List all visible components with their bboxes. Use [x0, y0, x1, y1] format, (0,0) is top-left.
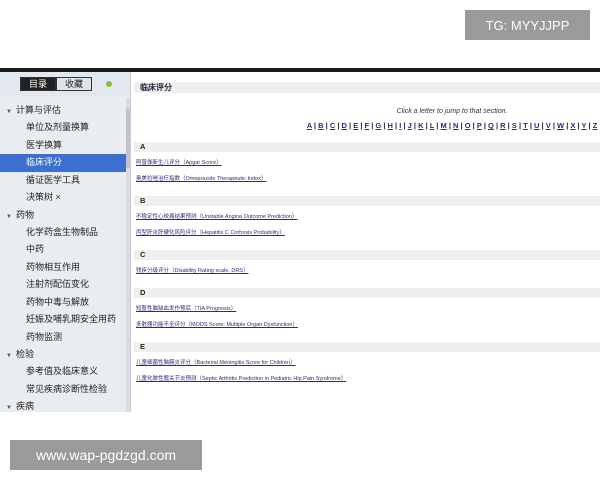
tab-catalog[interactable]: 目录: [20, 77, 57, 91]
section-header: A: [134, 142, 600, 152]
score-link[interactable]: 奥美拉唑治疗指数（Omeprazole Therapeutic Index）: [134, 175, 600, 184]
sections: A 阿普伽新生儿评分（Apgar Score） 奥美拉唑治疗指数（Omeprazol…: [134, 142, 600, 384]
score-link[interactable]: 多脏器功能不全评分（MODS Score: Multiple Organ Dys…: [134, 321, 600, 330]
score-link[interactable]: 儿童细菌性脑膜炎评分（Bacterial Meningitis Score fo…: [134, 359, 600, 368]
scrollbar-thumb[interactable]: [126, 108, 130, 168]
main-content: 临床评分 Click a letter to jump to that sect…: [131, 72, 600, 412]
sidebar-item[interactable]: 药物相互作用: [0, 259, 126, 277]
caret-down-icon: ▼: [6, 353, 12, 359]
score-link[interactable]: 短暂性脑缺血发作预后（TIA Prognosis）: [134, 305, 600, 314]
sidebar-item[interactable]: 常见疾病诊断性检验: [0, 381, 126, 399]
section-header: C: [134, 250, 600, 260]
section-header: D: [134, 288, 600, 298]
letter-index: A | B | C | D | E | F | G | H | I | J | …: [134, 121, 600, 130]
letter-link[interactable]: Z: [593, 121, 598, 130]
sidebar-group-label: 计算与评估: [15, 105, 61, 115]
section-header: E: [134, 342, 600, 352]
sidebar-group-label: 检验: [15, 349, 34, 359]
sidebar-group-label: 疾病: [15, 401, 34, 411]
sidebar-item[interactable]: 决策树 ×: [0, 189, 126, 207]
jump-hint: Click a letter to jump to that section.: [396, 108, 508, 115]
score-link[interactable]: 儿童化脓性髋关节炎预测（Septic Arthritis Prediction …: [134, 375, 600, 384]
sidebar-group-label: 药物: [15, 209, 34, 220]
tab-favorites[interactable]: 收藏: [56, 77, 93, 91]
sidebar-item[interactable]: 药物中毒与解放: [0, 294, 126, 312]
sidebar-group[interactable]: ▼ 疾病: [0, 398, 126, 412]
caret-down-icon: ▼: [6, 109, 12, 115]
sidebar: 目录 收藏 ▼ 计算与评估 单位及剂量换算 医学换算 临床评分 循证医学工具 决策树 × ▼ 药…: [0, 72, 131, 412]
score-link[interactable]: 阿普伽新生儿评分（Apgar Score）: [134, 159, 600, 168]
sidebar-item[interactable]: 医学换算: [0, 137, 126, 155]
score-link[interactable]: 不稳定性心绞痛结果预测（Unstable Angina Outcome Pred…: [134, 213, 600, 222]
sidebar-group[interactable]: ▼ 检验: [0, 346, 126, 363]
watermark-top: TG: MYYJJPP: [465, 10, 590, 40]
score-link[interactable]: 丙型肝炎肝硬化风险评分（Hepatitis C Cirrhosis Probab…: [134, 229, 600, 238]
sidebar-item[interactable]: 单位及剂量换算: [0, 119, 126, 137]
sidebar-scrollbar[interactable]: [126, 98, 130, 412]
caret-down-icon: ▼: [6, 213, 12, 220]
sidebar-item[interactable]: 临床评分: [0, 154, 126, 172]
sidebar-item[interactable]: 中药: [0, 241, 126, 259]
sidebar-tree: ▼ 计算与评估 单位及剂量换算 医学换算 临床评分 循证医学工具 决策树 × ▼ 药物 化学药盒生…: [0, 102, 126, 412]
status-icon: [106, 81, 113, 87]
app-window: 目录 收藏 ▼ 计算与评估 单位及剂量换算 医学换算 临床评分 循证医学工具 决策树 × ▼ 药…: [0, 72, 600, 412]
sidebar-item[interactable]: 参考值及临床意义: [0, 363, 126, 381]
sidebar-group[interactable]: ▼ 计算与评估: [0, 102, 126, 119]
sidebar-item[interactable]: 妊娠及哺乳期安全用药: [0, 311, 126, 329]
sidebar-header: 目录 收藏: [0, 72, 130, 96]
section-header: B: [134, 196, 600, 206]
score-link[interactable]: 残疾分级评分（Disability Rating scale, DRS）: [134, 267, 600, 276]
watermark-bottom: www.wap-pgdzgd.com: [10, 440, 202, 470]
sidebar-item[interactable]: 药物监测: [0, 329, 126, 347]
page-title: 临床评分: [134, 82, 600, 93]
sidebar-group[interactable]: ▼ 药物: [0, 207, 126, 224]
caret-down-icon: ▼: [6, 405, 12, 411]
sidebar-item[interactable]: 化学药盒生物制品: [0, 224, 126, 242]
sidebar-item[interactable]: 循证医学工具: [0, 172, 126, 190]
sidebar-item[interactable]: 注射剂配伍变化: [0, 276, 126, 294]
